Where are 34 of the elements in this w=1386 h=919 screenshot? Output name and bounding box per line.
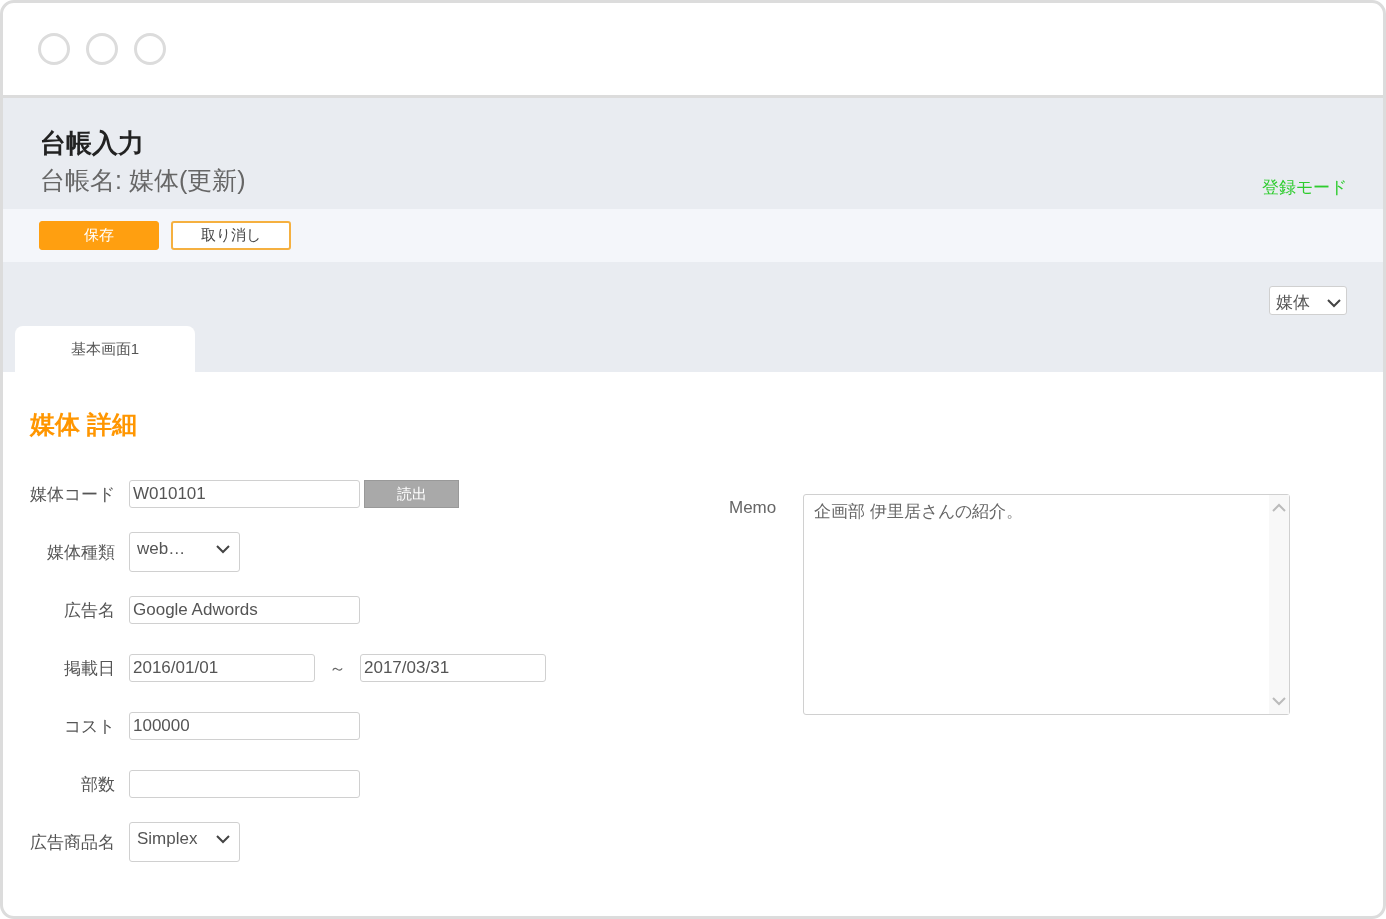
chevron-down-icon (1326, 297, 1342, 308)
ledger-name: 台帳名: 媒体(更新) (40, 165, 246, 196)
mode-label: 登録モード (1262, 177, 1347, 199)
page-title: 台帳入力 (40, 127, 144, 160)
field-label: 掲載日 (63, 657, 115, 680)
dropdown[interactable]: Simplex (129, 822, 240, 862)
field-label: 媒体種類 (46, 541, 115, 564)
memo-label: Memo (729, 498, 778, 518)
scrollbar[interactable] (1269, 495, 1289, 714)
cancel-button[interactable]: 取り消し (171, 221, 291, 250)
memo-field[interactable]: 企画部 伊里居さんの紹介。 (803, 494, 1290, 715)
tab[interactable]: 基本画面1 (15, 326, 195, 372)
range-separator: ～ (329, 657, 346, 680)
field-label: 広告商品名 (29, 831, 115, 854)
input-field[interactable]: W010101 (129, 480, 360, 508)
input-field[interactable]: 2017/03/31 (360, 654, 546, 682)
window-control-button[interactable] (38, 33, 70, 65)
input-field[interactable]: 2016/01/01 (129, 654, 315, 682)
chevron-down-icon (215, 834, 231, 844)
dropdown[interactable]: web… (129, 532, 240, 572)
input-field[interactable]: 100000 (129, 712, 360, 740)
scroll-down-icon[interactable] (1272, 697, 1286, 706)
field-label: 媒体コード (29, 483, 115, 506)
scroll-up-icon[interactable] (1272, 503, 1286, 512)
input-field[interactable]: Google Adwords (129, 596, 360, 624)
section-title: 媒体 詳細 (30, 409, 137, 440)
window-control-button[interactable] (134, 33, 166, 65)
field-label: コスト (63, 715, 115, 738)
view-dropdown[interactable]: 媒体 (1269, 286, 1347, 315)
chevron-down-icon (215, 544, 231, 554)
window-control-button[interactable] (86, 33, 118, 65)
field-label: 部数 (80, 773, 115, 796)
input-field[interactable] (129, 770, 360, 798)
field-label: 広告名 (63, 599, 115, 622)
